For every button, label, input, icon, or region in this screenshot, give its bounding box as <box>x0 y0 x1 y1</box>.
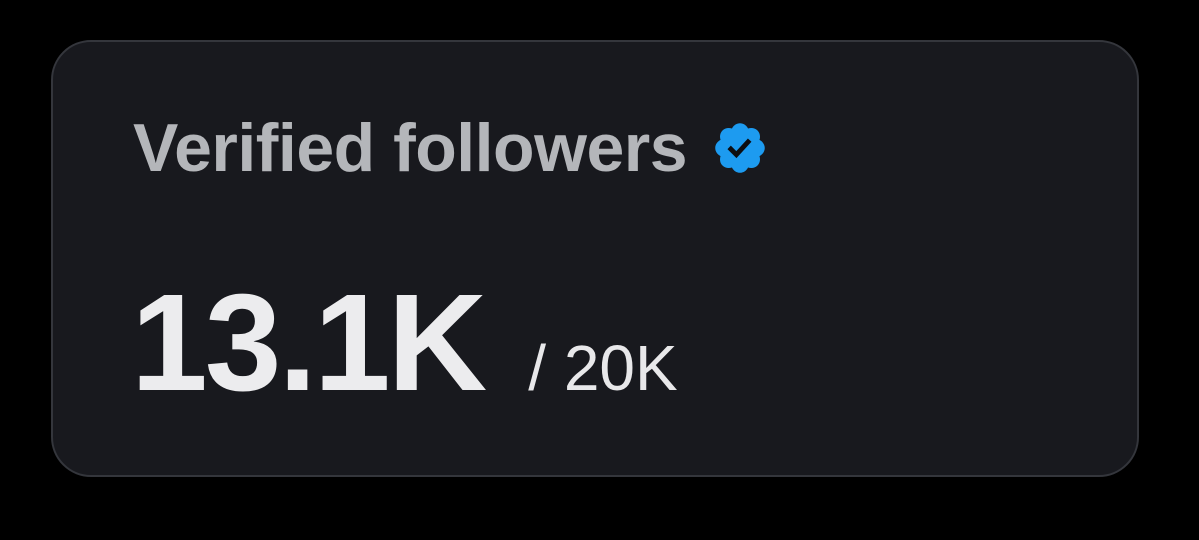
card-header: Verified followers <box>133 114 769 182</box>
verified-followers-card: Verified followers 13.1K / 20K <box>51 40 1139 477</box>
card-title: Verified followers <box>133 110 688 186</box>
follower-count: 13.1K <box>131 266 487 420</box>
follower-limit: / 20K <box>528 332 678 404</box>
follower-count-row: 13.1K / 20K <box>131 274 678 412</box>
verified-badge-icon <box>711 119 769 177</box>
